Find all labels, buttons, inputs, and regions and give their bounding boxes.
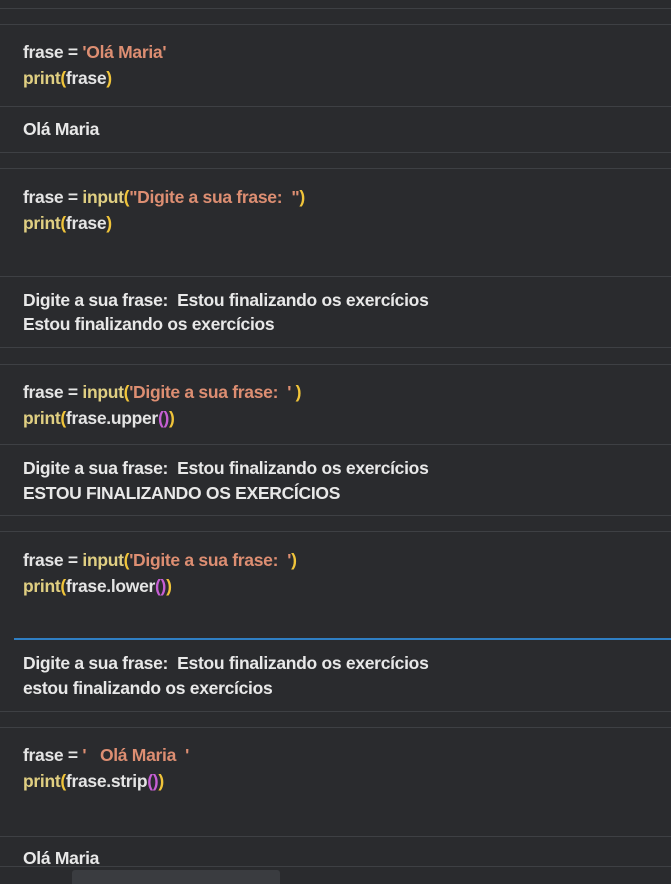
code-operator: = <box>63 550 83 570</box>
code-identifier: frase <box>23 745 64 765</box>
code-function: print <box>23 576 61 596</box>
code-operator: = <box>63 42 83 62</box>
code-string: ' Olá Maria ' <box>82 745 190 765</box>
output-line: Olá Maria <box>23 848 100 868</box>
code-call-paren: () <box>157 408 169 428</box>
code-function: print <box>23 68 61 88</box>
code-identifier: frase.lower <box>65 576 156 596</box>
code-function: print <box>23 213 61 233</box>
code-paren: ) <box>158 771 164 791</box>
code-paren: ) <box>169 408 175 428</box>
code-string: "Digite a sua frase: " <box>129 187 300 207</box>
code-identifier: frase <box>23 382 64 402</box>
separator <box>0 347 671 348</box>
code-line[interactable]: print(frase.upper()) <box>23 407 175 429</box>
code-operator: = <box>63 187 83 207</box>
code-line[interactable]: frase = input('Digite a sua frase: ') <box>23 549 297 571</box>
code-identifier: frase <box>23 42 64 62</box>
code-operator: = <box>63 382 83 402</box>
separator <box>0 24 671 25</box>
code-paren: ) <box>106 68 112 88</box>
code-call-paren: () <box>147 771 159 791</box>
code-line[interactable]: frase = input('Digite a sua frase: ' ) <box>23 381 301 403</box>
code-identifier: frase <box>23 187 64 207</box>
code-string: 'Olá Maria' <box>82 42 167 62</box>
output-line: Digite a sua frase: Estou finalizando os… <box>23 290 429 310</box>
code-function: input <box>82 382 124 402</box>
active-cell-border <box>14 638 671 640</box>
output-line: Digite a sua frase: Estou finalizando os… <box>23 653 429 673</box>
code-line[interactable]: print(frase) <box>23 67 112 89</box>
separator <box>0 152 671 153</box>
code-line[interactable]: frase = ' Olá Maria ' <box>23 744 189 766</box>
code-string: 'Digite a sua frase: ' <box>129 550 292 570</box>
output-line: Estou finalizando os exercícios <box>23 314 275 334</box>
code-identifier: frase <box>23 550 64 570</box>
code-identifier: frase <box>65 213 107 233</box>
code-line[interactable]: frase = input("Digite a sua frase: ") <box>23 186 305 208</box>
horizontal-scrollbar-thumb[interactable] <box>72 870 280 884</box>
separator <box>0 836 671 837</box>
code-identifier: frase.strip <box>65 771 148 791</box>
separator <box>0 276 671 277</box>
separator <box>0 364 671 365</box>
output-line: Digite a sua frase: Estou finalizando os… <box>23 458 429 478</box>
separator <box>0 531 671 532</box>
code-line[interactable]: frase = 'Olá Maria' <box>23 41 167 63</box>
code-function: input <box>82 550 124 570</box>
code-line[interactable]: print(frase.strip()) <box>23 770 164 792</box>
output-line: estou finalizando os exercícios <box>23 678 273 698</box>
code-paren: ) <box>291 550 297 570</box>
separator <box>0 711 671 712</box>
code-line[interactable]: print(frase.lower()) <box>23 575 172 597</box>
separator <box>0 727 671 728</box>
output-line: ESTOU FINALIZANDO OS EXERCÍCIOS <box>23 483 341 503</box>
code-paren: ) <box>166 576 172 596</box>
separator <box>0 515 671 516</box>
separator <box>0 8 671 9</box>
code-paren: ) <box>106 213 112 233</box>
code-identifier: frase <box>65 68 107 88</box>
code-string: 'Digite a sua frase: ' <box>129 382 292 402</box>
separator <box>0 168 671 169</box>
code-function: print <box>23 408 61 428</box>
code-function: print <box>23 771 61 791</box>
code-call-paren: () <box>155 576 167 596</box>
code-function: input <box>82 187 124 207</box>
separator <box>0 106 671 107</box>
code-line[interactable]: print(frase) <box>23 212 112 234</box>
code-paren: ) <box>299 187 305 207</box>
output-line: Olá Maria <box>23 119 100 139</box>
code-identifier: frase.upper <box>65 408 158 428</box>
code-paren: ) <box>291 382 302 402</box>
code-operator: = <box>63 745 83 765</box>
separator <box>0 866 671 867</box>
separator <box>0 444 671 445</box>
